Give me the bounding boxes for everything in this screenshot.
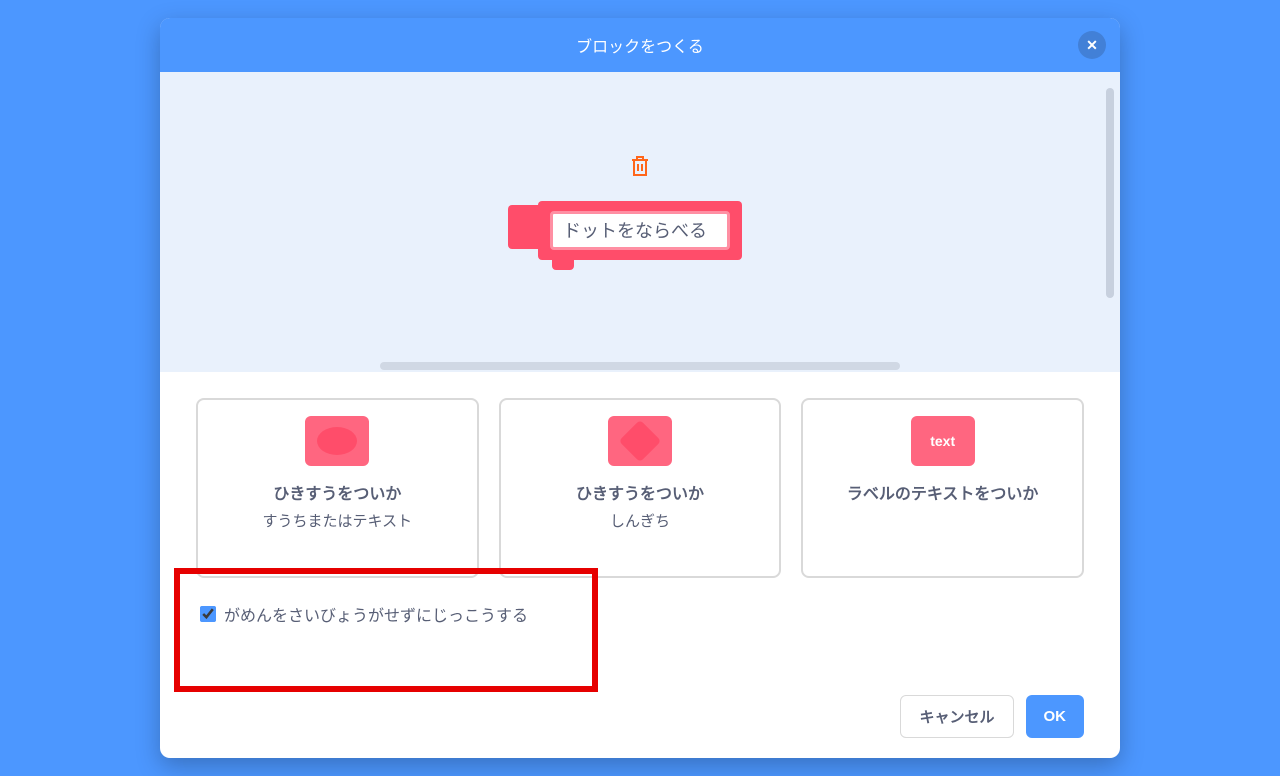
create-block-modal: ブロックをつくる ✕ bbox=[160, 18, 1120, 758]
boolean-arg-icon bbox=[608, 416, 672, 466]
options-area: ひきすうをついか すうちまたはテキスト ひきすうをついか しんぎち text ラ… bbox=[160, 372, 1120, 679]
text-icon-label: text bbox=[930, 433, 955, 449]
cancel-button[interactable]: キャンセル bbox=[900, 695, 1013, 738]
option-title: ひきすうをついか bbox=[576, 484, 704, 506]
option-sub: しんぎち bbox=[610, 510, 670, 531]
close-icon: ✕ bbox=[1086, 37, 1098, 54]
close-button[interactable]: ✕ bbox=[1078, 31, 1106, 59]
preview-hscrollbar[interactable] bbox=[380, 362, 900, 370]
modal-header: ブロックをつくる ✕ bbox=[160, 18, 1120, 72]
run-without-refresh-checkbox[interactable] bbox=[200, 606, 216, 622]
annotation-highlight bbox=[174, 568, 598, 692]
option-title: ラベルのテキストをついか bbox=[847, 484, 1039, 506]
modal-title: ブロックをつくる bbox=[576, 33, 704, 57]
number-text-arg-icon bbox=[305, 416, 369, 466]
ok-button[interactable]: OK bbox=[1026, 695, 1085, 738]
run-without-refresh-label: がめんをさいびょうがせずにじっこうする bbox=[224, 602, 528, 626]
label-text-icon: text bbox=[911, 416, 975, 466]
diamond-icon bbox=[619, 420, 661, 462]
custom-block[interactable] bbox=[538, 201, 742, 260]
option-title: ひきすうをついか bbox=[273, 484, 401, 506]
preview-vscrollbar[interactable] bbox=[1106, 88, 1114, 298]
block-name-input[interactable] bbox=[550, 211, 730, 250]
options-row: ひきすうをついか すうちまたはテキスト ひきすうをついか しんぎち text ラ… bbox=[196, 398, 1084, 578]
ellipse-icon bbox=[317, 427, 357, 455]
block-bottom-notch bbox=[552, 260, 574, 270]
modal-footer: キャンセル OK bbox=[160, 679, 1120, 758]
block-preview-area bbox=[160, 72, 1120, 372]
run-without-refresh-row: がめんをさいびょうがせずにじっこうする bbox=[196, 602, 1084, 626]
block-hat-notch bbox=[508, 205, 542, 249]
trash-icon[interactable] bbox=[630, 155, 650, 183]
option-add-number-text-arg[interactable]: ひきすうをついか すうちまたはテキスト bbox=[196, 398, 479, 578]
option-sub: すうちまたはテキスト bbox=[263, 510, 413, 531]
option-add-label-text[interactable]: text ラベルのテキストをついか bbox=[801, 398, 1084, 578]
option-add-boolean-arg[interactable]: ひきすうをついか しんぎち bbox=[499, 398, 782, 578]
